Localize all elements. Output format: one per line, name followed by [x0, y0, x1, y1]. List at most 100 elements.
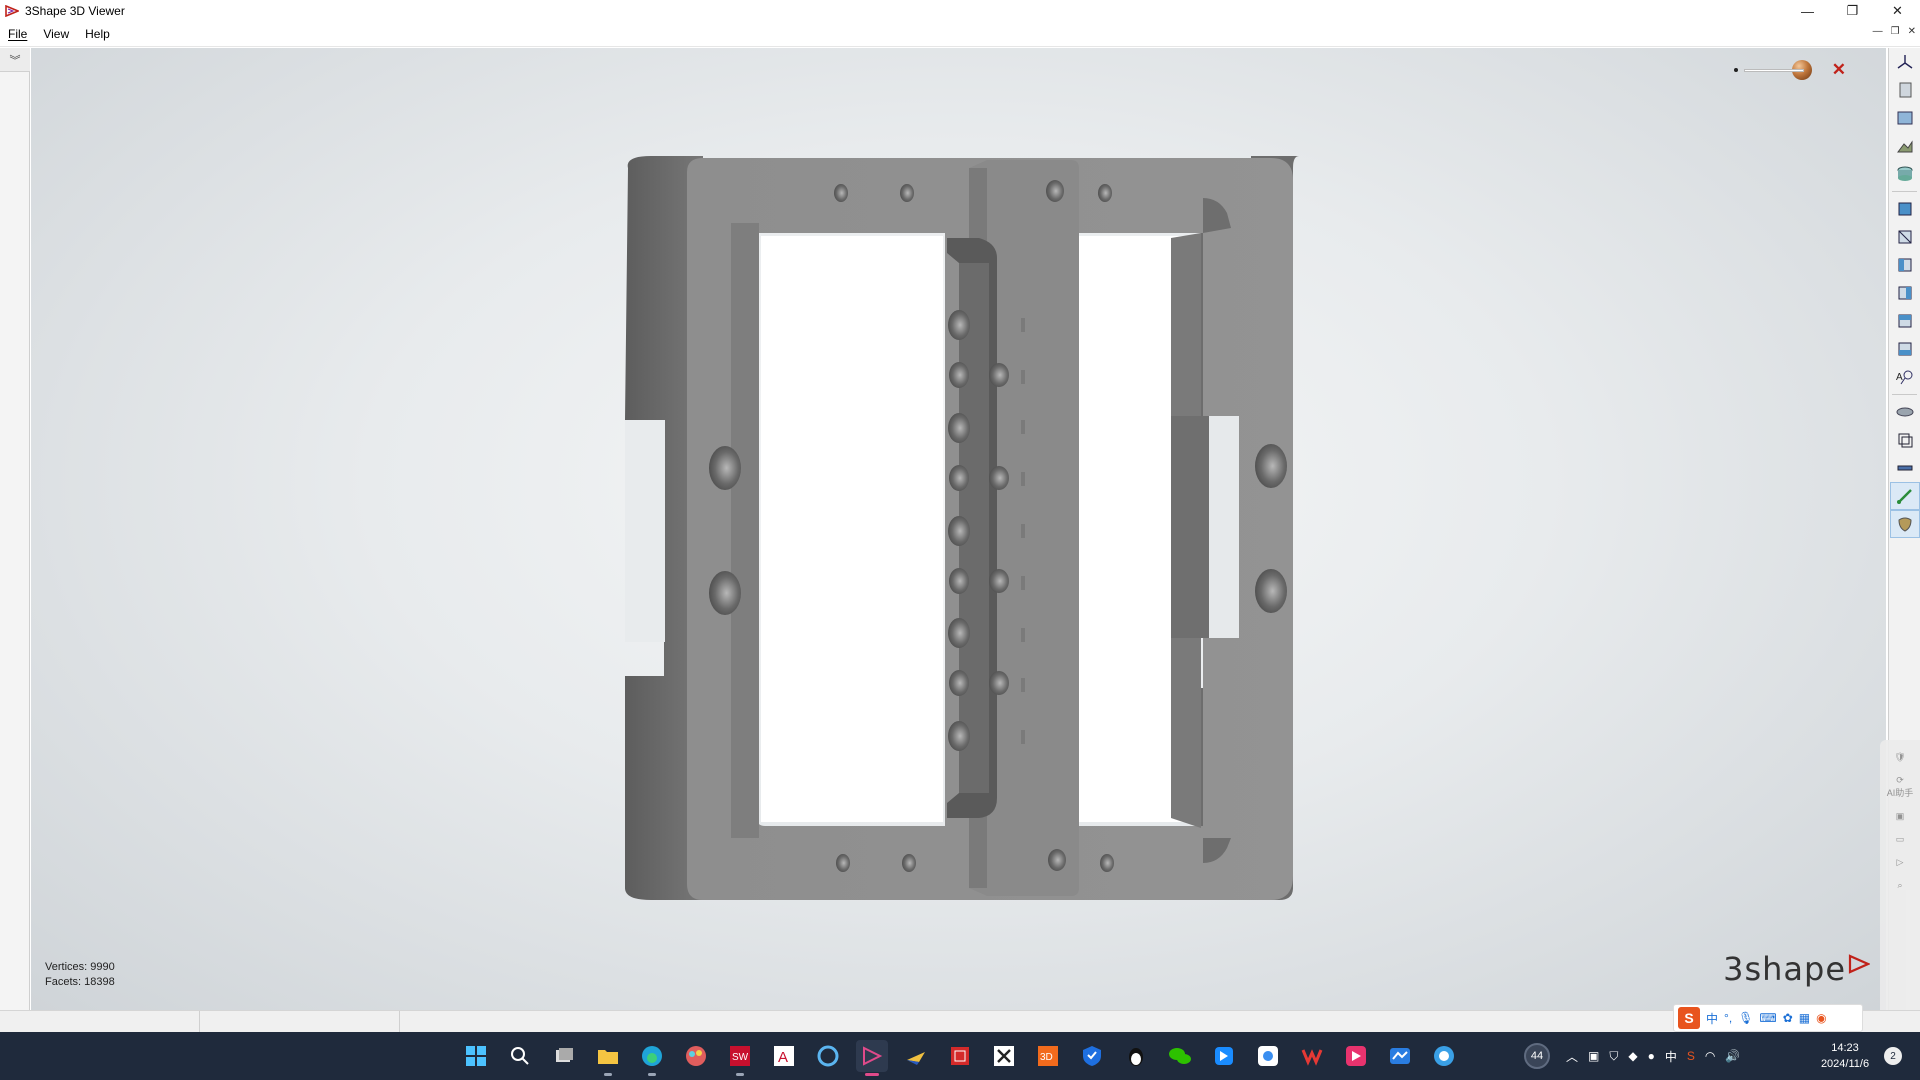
ime-lang-toggle[interactable]: 中 [1706, 1010, 1718, 1027]
edge-icon [642, 1046, 662, 1066]
color-app[interactable] [680, 1040, 712, 1072]
file-explorer-app[interactable] [592, 1040, 624, 1076]
close-button[interactable]: ✕ [1875, 0, 1920, 22]
ai-assistant-label: AI助手 [1886, 788, 1914, 798]
screen-icon[interactable]: ▭ [1880, 834, 1920, 845]
shield-icon[interactable]: 🛡 [1880, 752, 1920, 763]
feishu-icon [1215, 1047, 1233, 1065]
cad-app[interactable] [900, 1040, 932, 1072]
doc-close-button[interactable]: ✕ [1908, 26, 1916, 37]
3d-app[interactable]: 3D [1032, 1040, 1064, 1072]
avatar-icon[interactable]: ◉ [1816, 1011, 1826, 1025]
3d-viewport[interactable]: ✕ Vertices: 9990 Facets: 18398 3shape [31, 48, 1886, 1010]
status-segment [0, 1011, 200, 1033]
wireframe-icon[interactable] [1890, 426, 1920, 454]
ime-punctuation[interactable]: °, [1724, 1011, 1732, 1025]
axes-icon[interactable] [1890, 48, 1920, 76]
search-icon[interactable]: ⌕ [1880, 880, 1920, 891]
view-right-icon[interactable] [1890, 279, 1920, 307]
solidworks-app[interactable]: SW [724, 1040, 756, 1076]
record-icon[interactable]: ▷ [1880, 857, 1920, 868]
security-app[interactable] [1076, 1040, 1108, 1072]
landscape-icon[interactable] [1890, 132, 1920, 160]
minimize-button[interactable]: — [1785, 0, 1830, 22]
3d-icon: 3D [1038, 1046, 1058, 1066]
weather-badge[interactable]: 44 [1524, 1043, 1550, 1069]
tray-shield-icon[interactable]: ⛉ [1609, 1049, 1618, 1064]
status-bar [0, 1010, 1920, 1033]
restore-button[interactable]: ❐ [1830, 0, 1875, 22]
tray-app-icon[interactable]: ▣ [1588, 1049, 1599, 1063]
chevron-up-icon[interactable]: ︿ [1566, 1048, 1578, 1065]
measure-icon[interactable] [1890, 454, 1920, 482]
feishu-app[interactable] [1208, 1040, 1240, 1072]
tray-feishu-icon[interactable]: ◆ [1628, 1049, 1637, 1063]
close-viewer-icon[interactable]: ✕ [1832, 60, 1846, 80]
cylinder-icon[interactable] [1890, 160, 1920, 188]
settings-app[interactable] [812, 1040, 844, 1072]
notification-badge[interactable]: 2 [1884, 1047, 1902, 1065]
search-button[interactable] [504, 1040, 536, 1072]
menu-file[interactable]: File [0, 27, 35, 41]
baidu-netdisk-app[interactable] [1252, 1040, 1284, 1072]
brand-text: 3shape [1723, 950, 1846, 988]
menu-view[interactable]: View [35, 27, 77, 41]
doc-minimize-button[interactable]: — [1873, 26, 1883, 37]
camera-icon[interactable]: ▣ [1880, 811, 1920, 822]
chevron-double-down-icon: ︾ [9, 54, 21, 67]
tray-wechat-icon[interactable]: ● [1648, 1049, 1655, 1063]
3shape-viewer-app[interactable] [856, 1040, 888, 1076]
qq-app[interactable] [1120, 1040, 1152, 1072]
skin-icon[interactable]: ✿ [1783, 1011, 1793, 1025]
app-logo-icon [3, 2, 21, 20]
wps-app[interactable] [1296, 1040, 1328, 1072]
system-clock[interactable]: 14:23 2024/11/6 [1810, 1040, 1880, 1072]
solidworks-icon: SW [730, 1046, 750, 1066]
page-icon[interactable] [1890, 76, 1920, 104]
cut-icon[interactable] [1890, 482, 1920, 510]
ai-assistant-button[interactable]: ⟳ AI助手 [1880, 775, 1920, 799]
wechat-app[interactable] [1164, 1040, 1196, 1072]
view-top-icon[interactable] [1890, 307, 1920, 335]
tray-sogou-icon[interactable]: S [1687, 1049, 1695, 1063]
window-controls: — ❐ ✕ [1785, 0, 1920, 22]
document-window-controls: — ❐ ✕ [1873, 26, 1916, 37]
3shape-icon [863, 1046, 883, 1066]
ime-language-indicator[interactable]: 中 [1665, 1048, 1677, 1065]
start-button[interactable] [460, 1040, 492, 1072]
expand-panel-button[interactable]: ︾ [0, 48, 30, 72]
wifi-icon[interactable]: ◠ [1705, 1049, 1715, 1063]
grid-menu-icon[interactable]: ▦ [1799, 1011, 1810, 1025]
view-back-icon[interactable] [1890, 223, 1920, 251]
sogou-logo-icon[interactable]: S [1678, 1007, 1700, 1029]
ai-assistant-icon: ⟳ [1896, 775, 1904, 785]
title-bar: 3Shape 3D Viewer — ❐ ✕ [0, 0, 1920, 22]
zoom-slider-track[interactable] [1743, 68, 1804, 72]
autocad-app[interactable]: A [768, 1040, 800, 1072]
texture-icon[interactable] [1890, 510, 1920, 538]
view-panel-icon[interactable] [1890, 104, 1920, 132]
keyboard-icon[interactable]: ⌨ [1759, 1011, 1776, 1025]
system-tray: 44 [1524, 1032, 1550, 1080]
shading-icon[interactable] [1890, 398, 1920, 426]
pdf-icon [951, 1047, 969, 1065]
text-search-icon[interactable]: A [1890, 363, 1920, 391]
edge-app[interactable] [636, 1040, 668, 1076]
doc-restore-button[interactable]: ❐ [1891, 26, 1900, 37]
media-app[interactable] [1340, 1040, 1372, 1072]
pdf-app[interactable] [944, 1040, 976, 1072]
task-view-button[interactable] [548, 1040, 580, 1072]
shield-icon [1083, 1046, 1101, 1066]
tray-icons: ︿ ▣ ⛉ ◆ ● 中 S ◠ 🔊 [1566, 1032, 1740, 1080]
view-bottom-icon[interactable] [1890, 335, 1920, 363]
meeting-app[interactable] [1384, 1040, 1416, 1072]
view-front-icon[interactable] [1890, 195, 1920, 223]
model-render [625, 156, 1299, 900]
microphone-icon[interactable]: 🎙 [1738, 1011, 1753, 1025]
task-view-icon [556, 1048, 573, 1062]
view-left-icon[interactable] [1890, 251, 1920, 279]
xmind-app[interactable] [988, 1040, 1020, 1072]
volume-icon[interactable]: 🔊 [1725, 1049, 1740, 1063]
baidu-app[interactable] [1428, 1040, 1460, 1072]
menu-help[interactable]: Help [77, 27, 118, 41]
